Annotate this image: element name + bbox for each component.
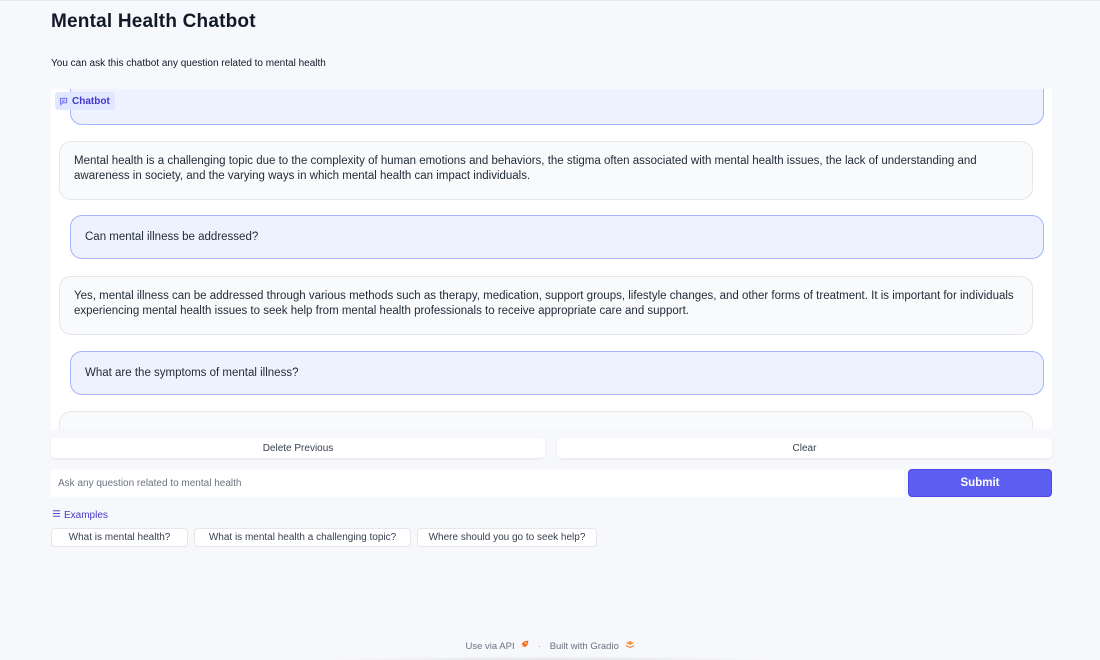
bot-message: Yes, mental illness can be addressed thr… — [59, 276, 1033, 335]
example-button[interactable]: What is mental health a challenging topi… — [194, 528, 411, 547]
chat-history-panel[interactable]: Mental health is a challenging topic due… — [51, 89, 1052, 429]
clear-button[interactable]: Clear — [557, 438, 1052, 458]
gradio-app: Mental Health Chatbot You can ask this c… — [0, 0, 1100, 660]
user-message — [70, 89, 1044, 125]
question-form: Submit — [51, 469, 1052, 497]
bot-message: Mental health is a challenging topic due… — [59, 141, 1033, 200]
chat-bubble-icon — [59, 97, 68, 106]
action-buttons: Delete Previous Clear — [51, 438, 1052, 458]
user-message: What are the symptoms of mental illness? — [70, 351, 1044, 395]
gradio-logo-icon — [625, 640, 635, 652]
use-via-api-link[interactable]: Use via API — [465, 641, 531, 652]
footer: Use via API · Built with Gradio — [0, 640, 1100, 652]
footer-separator: · — [537, 640, 542, 652]
page-description: You can ask this chatbot any question re… — [51, 58, 326, 69]
user-message: Can mental illness be addressed? — [70, 215, 1044, 259]
examples-label: Examples — [64, 509, 108, 521]
bot-message — [59, 411, 1033, 429]
chatbot-label-badge: Chatbot — [55, 92, 115, 110]
example-button[interactable]: What is mental health? — [51, 528, 188, 547]
rocket-icon — [520, 640, 529, 652]
page-title: Mental Health Chatbot — [51, 11, 256, 32]
chatbot-label: Chatbot — [72, 95, 110, 107]
examples-list: What is mental health? What is mental he… — [51, 528, 597, 547]
examples-header: Examples — [52, 509, 108, 521]
delete-previous-button[interactable]: Delete Previous — [51, 438, 545, 458]
built-with-gradio-link[interactable]: Built with Gradio — [550, 641, 635, 652]
submit-button[interactable]: Submit — [908, 469, 1052, 497]
list-icon — [52, 509, 61, 521]
example-button[interactable]: Where should you go to seek help? — [417, 528, 597, 547]
question-input[interactable] — [51, 469, 904, 497]
footer-shadow — [315, 656, 785, 660]
